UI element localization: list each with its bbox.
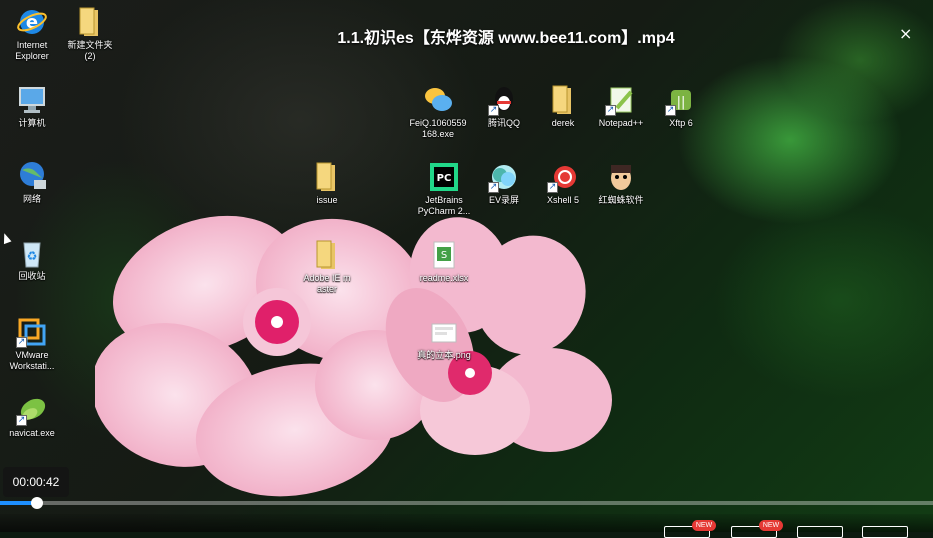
icon-label: 回收站 [18,271,46,281]
control-button-4[interactable] [862,526,908,538]
icon-label: Internet Explorer [15,40,49,61]
player-controls [0,514,933,532]
video-title: 1.1.初识es【东烨资源 www.bee11.com】.mp4 [337,30,675,47]
shortcut-arrow-icon: ↗ [16,415,27,426]
shortcut-arrow-icon: ↗ [605,105,616,116]
desktop-icon-pycharm[interactable]: PC JetBrains PyCharm 2... [412,161,476,217]
svg-text:||: || [677,95,686,110]
icon-label: Xshell 5 [546,195,580,205]
icon-label: readme.xlsx [419,273,469,283]
new-badge: NEW [692,520,716,531]
desktop-icon-adobe-ie-master[interactable]: Adobe IE m aster [295,239,359,295]
desktop-icon-derek[interactable]: derek [531,84,595,129]
icon-label: Xftp 6 [669,118,693,128]
spider-icon [605,161,637,193]
notepad-icon: ↗ [605,84,637,116]
icon-label: JetBrains PyCharm 2... [417,195,471,216]
svg-text:PC: PC [437,173,452,184]
qq-icon: ↗ [488,84,520,116]
icon-label: navicat.exe [9,428,55,438]
folder-icon [311,239,343,271]
feiq-icon [422,84,454,116]
desktop-icon-qq[interactable]: ↗ 腾讯QQ [472,84,536,129]
icon-label: 网络 [22,194,41,204]
new-badge: NEW [759,520,783,531]
desktop-icon-ev[interactable]: ↗ EV录屏 [472,161,536,206]
desktop-icon-png[interactable]: 真的立本.png [412,316,476,361]
icon-label: Notepad++ [598,118,644,128]
close-icon[interactable]: × [899,24,912,43]
pycharm-icon: PC [428,161,460,193]
icon-label: EV录屏 [488,195,519,205]
video-frame[interactable]: 1.1.初识es【东烨资源 www.bee11.com】.mp4 × e Int… [0,0,933,532]
shortcut-arrow-icon: ↗ [547,182,558,193]
shortcut-arrow-icon: ↗ [665,105,676,116]
desktop-icon-vmware[interactable]: ↗ VMware Workstati... [0,316,64,372]
progress-bar[interactable] [0,497,933,509]
desktop-icon-issue[interactable]: issue [295,161,359,206]
desktop-icon-xshell[interactable]: ↗ Xshell 5 [531,161,595,206]
folder-icon [547,84,579,116]
icon-label: derek [551,118,575,128]
xftp-icon: || ↗ [665,84,697,116]
desktop-icon-red-spider[interactable]: 红蜘蛛软件 [589,161,653,206]
shortcut-arrow-icon: ↗ [16,337,27,348]
desktop-icon-computer[interactable]: 计算机 [0,84,64,129]
icon-label: issue [316,195,338,205]
png-icon [428,316,460,348]
desktop-icon-navicat[interactable]: ↗ navicat.exe [0,394,64,439]
network-icon [16,160,48,192]
computer-icon [16,84,48,116]
icon-label: Adobe IE m aster [303,273,351,294]
current-time-tooltip: 00:00:42 [3,467,69,497]
vmware-icon: ↗ [16,316,48,348]
folder-icon [311,161,343,193]
control-button-3[interactable] [797,526,843,538]
shortcut-arrow-icon: ↗ [488,182,499,193]
ie-icon: e [16,6,48,38]
icon-label: 腾讯QQ [487,118,520,128]
xshell-icon: ↗ [547,161,579,193]
xlsx-icon: S [428,239,460,271]
icon-label: 新建文件夹 (2) [67,40,113,61]
icon-label: VMware Workstati... [9,350,55,371]
icon-label: 计算机 [18,118,46,128]
icon-label: FeiQ.1060559 168.exe [409,118,467,139]
svg-text:S: S [441,250,447,261]
folder-icon [74,6,106,38]
desktop-icon-network[interactable]: 网络 [0,160,64,205]
icon-label: 红蜘蛛软件 [598,195,644,205]
navicat-icon: ↗ [16,394,48,426]
ev-icon: ↗ [488,161,520,193]
svg-text:♻: ♻ [27,249,38,263]
icon-label: 真的立本.png [417,350,471,360]
desktop-icon-feiq[interactable]: FeiQ.1060559 168.exe [406,84,470,140]
desktop-icon-notepadpp[interactable]: ↗ Notepad++ [589,84,653,129]
desktop-icon-new-folder[interactable]: 新建文件夹 (2) [58,6,122,62]
desktop-icon-xftp[interactable]: || ↗ Xftp 6 [649,84,713,129]
desktop-icon-internet-explorer[interactable]: e Internet Explorer [0,6,64,62]
desktop-icon-readme-xlsx[interactable]: S readme.xlsx [412,239,476,284]
desktop-icon-recycle-bin[interactable]: ♻ 回收站 [0,237,64,282]
shortcut-arrow-icon: ↗ [488,105,499,116]
recycle-bin-icon: ♻ [16,237,48,269]
